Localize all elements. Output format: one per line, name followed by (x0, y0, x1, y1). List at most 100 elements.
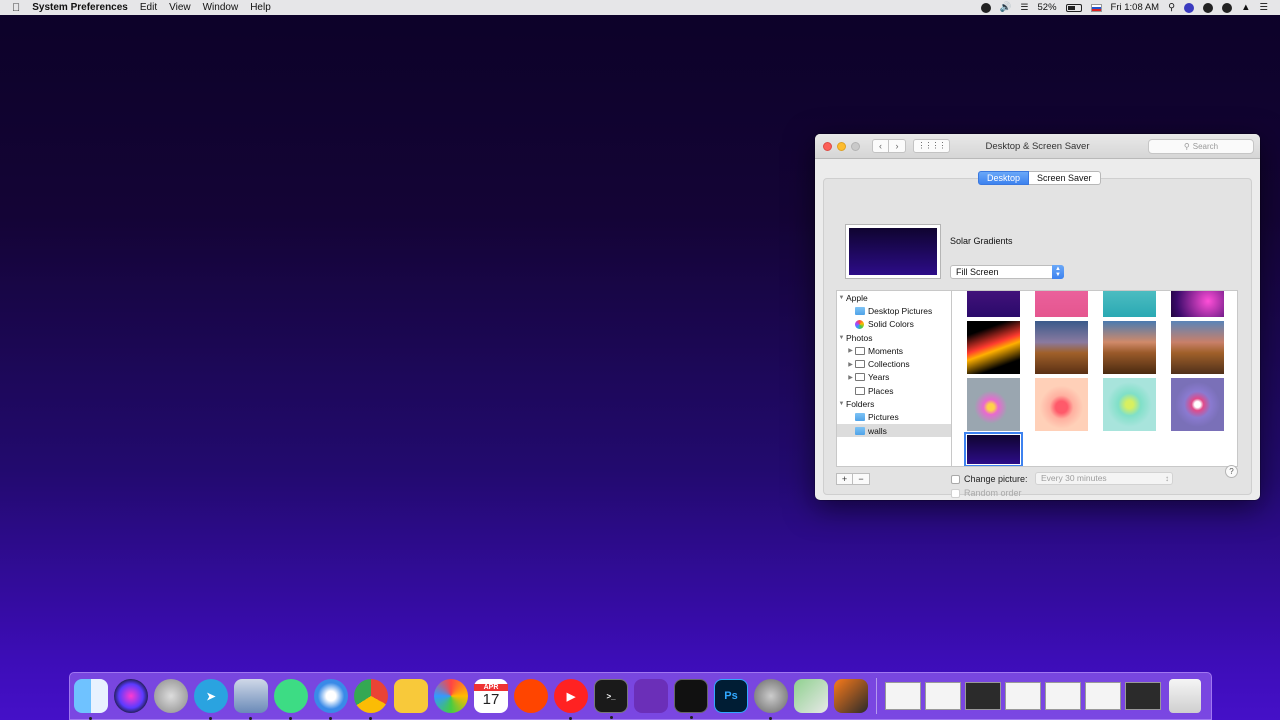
wallpaper-thumb[interactable] (967, 291, 1020, 317)
sidebar-item-solid-colors[interactable]: Solid Colors (837, 318, 951, 331)
wallpaper-thumb[interactable] (1171, 321, 1224, 374)
wallpaper-thumb[interactable] (1035, 378, 1088, 431)
sidebar-item-moments[interactable]: ▶ Moments (837, 344, 951, 357)
menu-help[interactable]: Help (250, 2, 271, 13)
artstudio-icon[interactable] (834, 679, 868, 713)
wallpaper-thumb[interactable] (1171, 291, 1224, 317)
minimized-window-thumb[interactable] (1125, 682, 1161, 710)
tab-desktop[interactable]: Desktop (978, 171, 1030, 185)
search-icon: ⚲ (1183, 142, 1190, 151)
calendar-icon[interactable]: APR 17 (474, 679, 508, 713)
disclosure-triangle-icon[interactable]: ▼ (837, 335, 846, 341)
sidebar-item-photos[interactable]: ▼ Photos (837, 331, 951, 344)
terminal-icon[interactable]: >_ (594, 679, 628, 719)
status-app-icon[interactable] (980, 2, 991, 13)
finder-icon[interactable] (74, 679, 108, 720)
spotlight-icon[interactable]: ⚲ (1168, 2, 1175, 13)
minimized-window-thumb[interactable] (1005, 682, 1041, 710)
sidebar-item-apple[interactable]: ▼ Apple (837, 291, 951, 304)
help-button[interactable]: ? (1225, 465, 1238, 478)
reddit-icon[interactable] (514, 679, 548, 713)
sidebar-item-walls[interactable]: walls (837, 423, 951, 438)
disclosure-triangle-icon[interactable]: ▼ (837, 401, 846, 407)
photo-folder-icon (855, 386, 865, 395)
menu-edit[interactable]: Edit (140, 2, 157, 13)
status-extra-icon[interactable] (1203, 2, 1214, 13)
wallpaper-thumb[interactable] (1171, 378, 1224, 431)
title-bar[interactable]: ‹ › ⋮⋮⋮⋮ Desktop & Screen Saver ⚲ Search (815, 134, 1260, 159)
notification-center-icon[interactable]: ☰ (1259, 2, 1268, 13)
search-placeholder: Search (1192, 142, 1219, 151)
apple-menu-icon[interactable]:  (12, 2, 20, 14)
trash-icon[interactable] (1169, 679, 1201, 713)
menu-clock[interactable]: Fri 1:08 AM (1111, 2, 1160, 13)
launchpad-icon[interactable] (154, 679, 188, 713)
wifi-icon[interactable]: ☰ (1020, 2, 1028, 13)
lightbulb-icon[interactable] (394, 679, 428, 713)
wallpaper-thumb[interactable] (967, 378, 1020, 431)
sidebar-item-folders[interactable]: ▼ Folders (837, 397, 951, 410)
photoshop-icon[interactable]: Ps (714, 679, 748, 713)
sidebar-item-years[interactable]: ▶ Years (837, 371, 951, 384)
wallpaper-thumb[interactable] (1103, 291, 1156, 317)
system-preferences-icon[interactable] (754, 679, 788, 720)
creative-cloud-icon[interactable] (1222, 2, 1233, 13)
battery-icon[interactable] (1065, 3, 1082, 12)
disclosure-triangle-icon[interactable]: ▶ (846, 347, 855, 354)
back-button[interactable]: ‹ (872, 139, 889, 153)
safari-icon[interactable] (314, 679, 348, 720)
sidebar-item-places[interactable]: Places (837, 384, 951, 397)
siri-icon[interactable] (114, 679, 148, 713)
forward-button[interactable]: › (889, 139, 906, 153)
android-studio-icon[interactable] (274, 679, 308, 720)
minimized-window-thumb[interactable] (1085, 682, 1121, 710)
fill-mode-popup[interactable]: Fill Screen ▲ ▼ (950, 265, 1064, 279)
telegram-icon[interactable]: ➤ (194, 679, 228, 720)
wallpaper-thumb-selected[interactable] (964, 432, 1023, 466)
maps-icon[interactable] (794, 679, 828, 713)
siri-icon[interactable] (1184, 2, 1195, 13)
preview-icon[interactable] (234, 679, 268, 720)
remove-folder-button[interactable]: − (853, 473, 870, 485)
sidebar-item-pictures[interactable]: Pictures (837, 411, 951, 424)
visual-studio-icon[interactable] (634, 679, 668, 713)
chrome-icon[interactable] (354, 679, 388, 720)
zoom-button[interactable] (851, 141, 860, 151)
change-picture-checkbox[interactable]: Change picture: (951, 474, 1028, 484)
activity-monitor-icon[interactable] (674, 679, 708, 719)
random-order-checkbox[interactable]: Random order (951, 488, 1022, 498)
color-wheel-icon (855, 319, 864, 329)
checkbox-box[interactable] (951, 474, 960, 484)
sidebar-item-desktop-pictures[interactable]: Desktop Pictures (837, 304, 951, 317)
battery-percent[interactable]: 52% (1038, 2, 1057, 13)
search-field[interactable]: ⚲ Search (1148, 139, 1254, 154)
wallpaper-thumb[interactable] (1035, 321, 1088, 374)
input-source-flag-icon[interactable] (1090, 3, 1102, 12)
youtube-music-icon[interactable]: ▶ (554, 679, 588, 720)
minimize-button[interactable] (837, 141, 846, 151)
disclosure-triangle-icon[interactable]: ▶ (846, 374, 855, 381)
checkbox-box[interactable] (951, 488, 960, 498)
show-all-grid-button[interactable]: ⋮⋮⋮⋮ (913, 139, 950, 153)
sidebar-item-collections[interactable]: ▶ Collections (837, 357, 951, 370)
add-folder-button[interactable]: + (836, 473, 853, 485)
disclosure-triangle-icon[interactable]: ▶ (846, 361, 855, 368)
menu-view[interactable]: View (169, 2, 191, 13)
wallpaper-thumb[interactable] (1103, 378, 1156, 431)
interval-popup[interactable]: Every 30 minutes (1035, 472, 1173, 485)
close-button[interactable] (823, 141, 832, 151)
menu-app-name[interactable]: System Preferences (32, 2, 128, 13)
wallpaper-thumb[interactable] (967, 321, 1020, 374)
disclosure-triangle-icon[interactable]: ▼ (837, 295, 846, 301)
minimized-window-thumb[interactable] (965, 682, 1001, 710)
minimized-window-thumb[interactable] (885, 682, 921, 710)
menu-window[interactable]: Window (203, 2, 239, 13)
wallpaper-thumb[interactable] (1103, 321, 1156, 374)
tab-screen-saver[interactable]: Screen Saver (1029, 171, 1101, 185)
upload-icon[interactable]: ▲ (1241, 2, 1250, 13)
minimized-window-thumb[interactable] (925, 682, 961, 710)
photos-icon[interactable] (434, 679, 468, 713)
wallpaper-thumb[interactable] (1035, 291, 1088, 317)
volume-icon[interactable]: 🔊 (1000, 2, 1012, 13)
minimized-window-thumb[interactable] (1045, 682, 1081, 710)
